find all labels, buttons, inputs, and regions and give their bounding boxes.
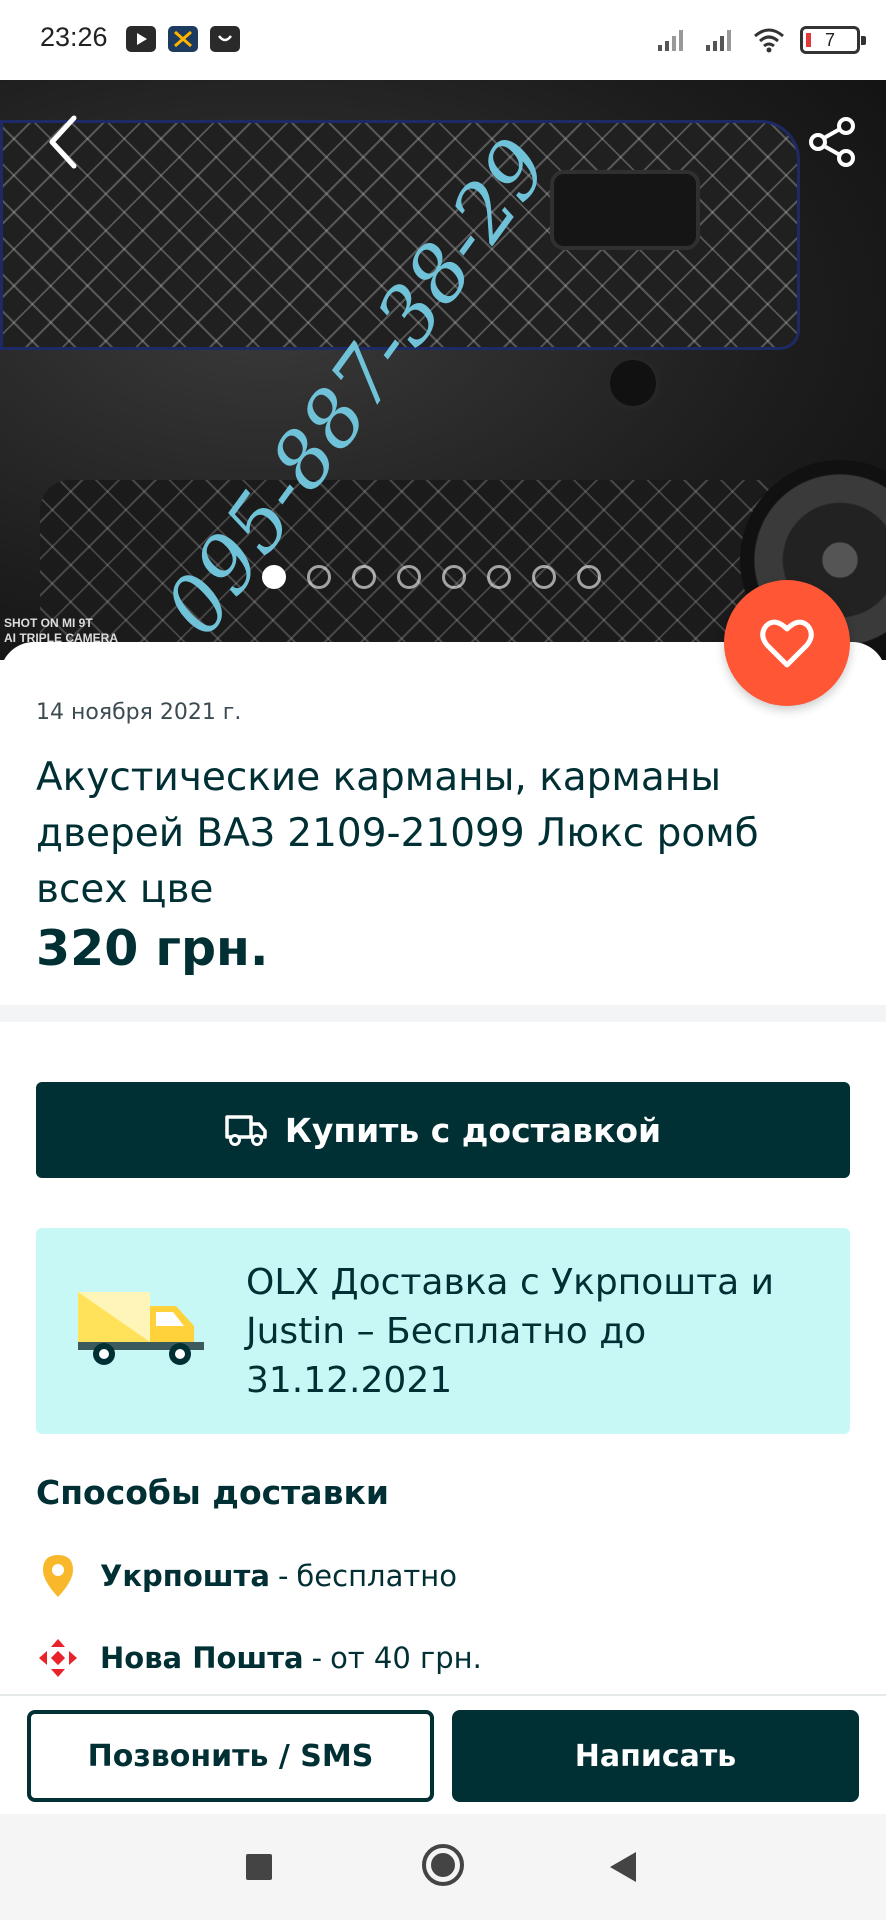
- delivery-method-detail: бесплатно: [296, 1559, 457, 1593]
- listing-date: 14 ноября 2021 г.: [36, 700, 242, 725]
- delivery-methods-heading: Способы доставки: [36, 1473, 389, 1512]
- bottom-action-bar: Позвонить / SMS Написать: [0, 1694, 886, 1814]
- gallery-dot: [577, 565, 601, 589]
- share-icon[interactable]: [806, 116, 858, 168]
- product-photo-knob: [610, 360, 656, 406]
- delivery-method-name: Нова Пошта: [100, 1641, 304, 1675]
- favorite-button[interactable]: [724, 580, 850, 706]
- wifi-icon: [754, 28, 784, 53]
- delivery-method-name: Укрпошта: [100, 1559, 270, 1593]
- youtube-icon: [126, 26, 156, 52]
- app-icon: [168, 26, 198, 52]
- delivery-method-separator: -: [311, 1641, 323, 1675]
- nova-poshta-icon: [36, 1634, 80, 1682]
- delivery-method-nova-poshta: Нова Пошта - от 40 грн.: [36, 1634, 482, 1682]
- buy-button-label: Купить с доставкой: [284, 1110, 662, 1150]
- listing-title: Акустические карманы, карманы дверей ВАЗ…: [36, 755, 759, 912]
- call-sms-button[interactable]: Позвонить / SMS: [27, 1710, 434, 1802]
- status-time: 23:26: [40, 22, 108, 52]
- back-icon[interactable]: [610, 1852, 636, 1882]
- home-icon[interactable]: [422, 1844, 464, 1886]
- recent-apps-icon[interactable]: [246, 1854, 272, 1880]
- write-message-button[interactable]: Написать: [452, 1710, 859, 1802]
- camera-watermark-line1: SHOT ON MI 9T: [4, 616, 93, 630]
- gallery-dot: [352, 565, 376, 589]
- status-bar: 23:26 7: [0, 0, 886, 80]
- back-arrow-icon[interactable]: [40, 112, 90, 172]
- section-divider: [0, 1005, 886, 1022]
- gallery-dot: [262, 565, 286, 589]
- status-icons: 7: [656, 22, 866, 58]
- heart-icon: [760, 619, 814, 668]
- delivery-method-ukrposhta: Укрпошта - бесплатно: [36, 1552, 457, 1600]
- delivery-method-separator: -: [277, 1559, 289, 1593]
- battery-icon: 7: [800, 26, 866, 54]
- truck-icon: [225, 1115, 267, 1146]
- delivery-truck-icon: [78, 1292, 204, 1365]
- shop-icon: [210, 26, 240, 52]
- gallery-dot: [532, 565, 556, 589]
- gallery-dot: [442, 565, 466, 589]
- buy-with-delivery-button[interactable]: Купить с доставкой: [36, 1082, 850, 1178]
- gallery-dot: [397, 565, 421, 589]
- signal-icon: [658, 30, 683, 51]
- gallery-dot: [307, 565, 331, 589]
- promo-text: OLX Доставка с Укрпошта и Justin – Беспл…: [246, 1262, 775, 1401]
- product-photo-handle: [550, 170, 700, 250]
- signal-icon: [706, 30, 731, 51]
- system-navigation-bar: [0, 1814, 886, 1920]
- gallery-pagination: [262, 565, 601, 589]
- location-pin-icon: [36, 1552, 80, 1600]
- listing-price: 320 грн.: [36, 920, 269, 977]
- delivery-promo-banner: OLX Доставка с Укрпошта и Justin – Беспл…: [36, 1228, 850, 1434]
- gallery-dot: [487, 565, 511, 589]
- delivery-method-detail: от 40 грн.: [330, 1641, 482, 1675]
